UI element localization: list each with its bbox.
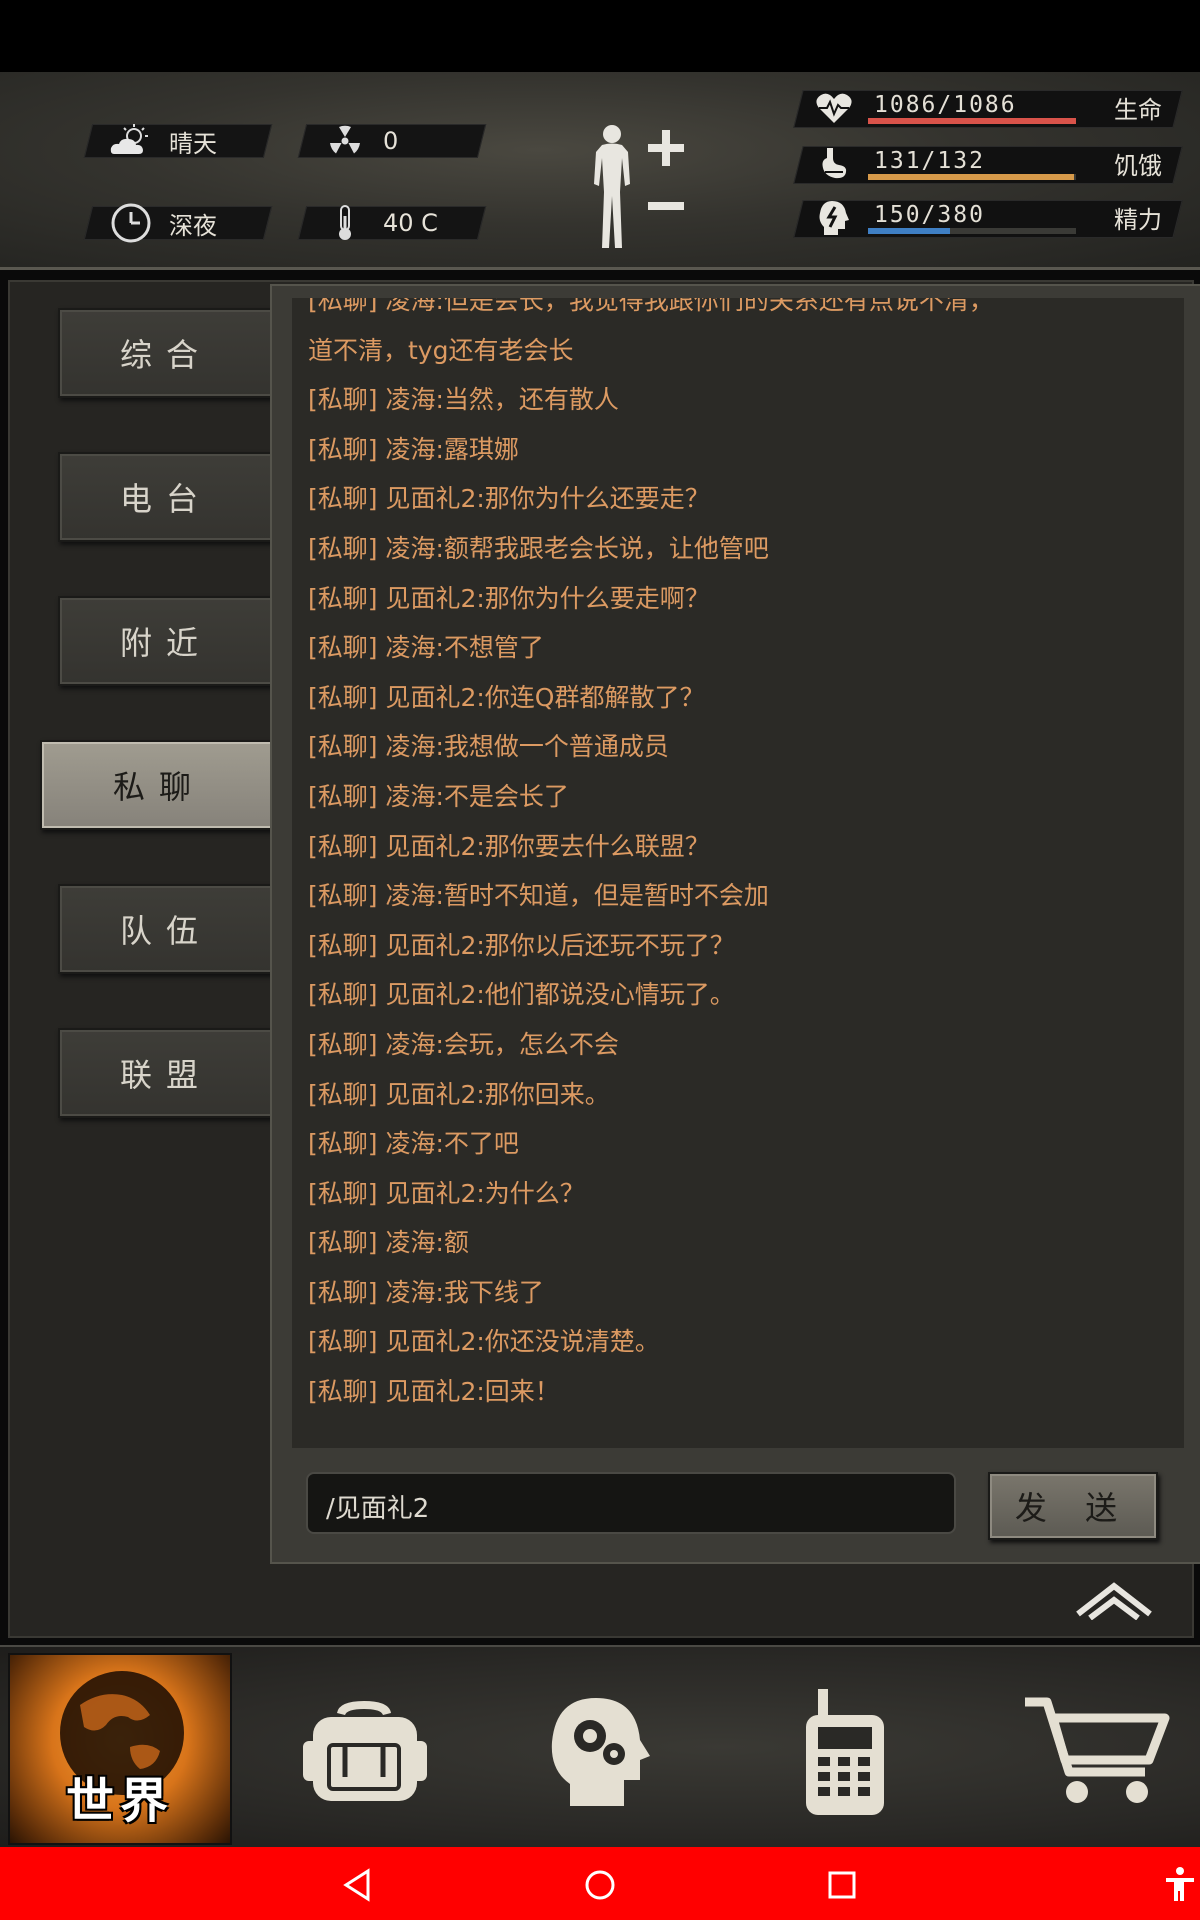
chat-message: [私聊] 见面礼2:那你要去什么联盟？ <box>308 831 710 861</box>
chat-message: [私聊] 见面礼2:你连Q群都解散了？ <box>308 682 705 712</box>
skills-button[interactable] <box>530 1677 670 1827</box>
sun-cloud-icon <box>107 123 155 159</box>
thermometer-icon <box>321 205 369 241</box>
chat-message: [私聊] 见面礼2:你还没说清楚。 <box>308 1327 660 1357</box>
chat-message: [私聊] 凌海:不了吧 <box>308 1129 519 1159</box>
energy-label: 精力 <box>1114 206 1162 234</box>
weather-pill: 晴天 <box>83 123 273 159</box>
tab-private-chat[interactable]: 私聊 <box>40 740 278 830</box>
world-button[interactable]: 世界 <box>8 1653 232 1845</box>
chat-message: [私聊] 见面礼2:那你为什么要走啊？ <box>308 583 710 613</box>
chat-input[interactable]: /见面礼2 <box>306 1472 956 1534</box>
tab-radio[interactable]: 电台 <box>58 452 274 542</box>
chat-message: [私聊] 凌海:不想管了 <box>308 633 544 663</box>
chat-message: [私聊] 凌海:额帮我跟老会长说，让他管吧 <box>308 533 769 563</box>
backpack-button[interactable] <box>294 1677 434 1827</box>
weather-text: 晴天 <box>169 129 217 158</box>
temperature-value: 40 C <box>383 209 438 237</box>
health-label: 生命 <box>1114 96 1162 124</box>
tab-nearby[interactable]: 附近 <box>58 596 274 686</box>
accessibility-icon[interactable] <box>1160 1865 1200 1905</box>
body-status-button[interactable] <box>582 122 694 258</box>
back-icon[interactable] <box>338 1865 378 1905</box>
hunger-bar <box>868 174 1076 180</box>
chat-message: [私聊] 凌海:会玩，怎么不会 <box>308 1029 619 1059</box>
shop-cart-icon <box>1025 1697 1170 1803</box>
stomach-icon <box>814 144 854 184</box>
chat-message: [私聊] 凌海:我想做一个普通成员 <box>308 732 669 762</box>
world-label: 世界 <box>65 1773 174 1829</box>
time-of-day-text: 深夜 <box>169 211 217 240</box>
tab-team[interactable]: 队伍 <box>58 884 274 974</box>
chat-panel: [私聊] 凌海:但是会长，我觉得我跟你们的关系还有点说不清， 道不清，tyg还有… <box>270 284 1200 1564</box>
bottom-dock: 世界 <box>0 1645 1200 1847</box>
chat-message: [私聊] 见面礼2:为什么？ <box>308 1178 585 1208</box>
chat-window: 综合 电台 附近 私聊 队伍 联盟 [私聊] 凌海:但是会长，我觉得我跟你们的关… <box>8 280 1200 1638</box>
chat-log[interactable]: [私聊] 凌海:但是会长，我觉得我跟你们的关系还有点说不清， 道不清，tyg还有… <box>292 298 1184 1448</box>
heart-pulse-icon <box>814 88 854 128</box>
hunger-value: 131/132 <box>874 148 985 174</box>
collapse-chevron-icon[interactable] <box>1074 1580 1154 1621</box>
chat-message: [私聊] 见面礼2:回来！ <box>308 1377 560 1407</box>
hud-panel: 晴天 0 深夜 40 C 1086/1086 生命 131/132 饥饿 150… <box>0 72 1200 270</box>
shop-button[interactable] <box>1016 1677 1176 1827</box>
energy-bar <box>868 228 1076 234</box>
clock-icon <box>107 203 155 243</box>
hunger-stat: 131/132 饥饿 <box>793 142 1183 186</box>
temperature-pill: 40 C <box>297 205 487 241</box>
radiation-icon <box>321 123 369 159</box>
system-nav-bar <box>0 1847 1200 1920</box>
radio-icon <box>806 1689 884 1815</box>
skills-head-icon <box>551 1698 650 1806</box>
send-button[interactable]: 发 送 <box>988 1472 1158 1540</box>
chat-message: [私聊] 见面礼2:那你为什么还要走？ <box>308 484 710 514</box>
chat-message: [私聊] 凌海:额 <box>308 1228 469 1258</box>
radio-button[interactable] <box>774 1677 914 1827</box>
chat-message: [私聊] 凌海:不是会长了 <box>308 781 569 811</box>
backpack-icon <box>303 1701 427 1801</box>
chat-message: [私聊] 见面礼2:那你回来。 <box>308 1079 610 1109</box>
tab-alliance[interactable]: 联盟 <box>58 1028 274 1118</box>
health-bar <box>868 118 1076 124</box>
status-bar <box>0 0 1200 72</box>
chat-message: [私聊] 凌海:当然，还有散人 <box>308 385 619 415</box>
chat-message: [私聊] 凌海:露琪娜 <box>308 434 519 464</box>
energy-stat: 150/380 精力 <box>793 196 1183 240</box>
chat-message: [私聊] 凌海:我下线了 <box>308 1277 544 1307</box>
chat-message: 道不清，tyg还有老会长 <box>308 335 574 365</box>
time-pill: 深夜 <box>83 203 273 243</box>
hunger-label: 饥饿 <box>1114 152 1162 180</box>
home-icon[interactable] <box>580 1865 620 1905</box>
health-stat: 1086/1086 生命 <box>793 86 1183 130</box>
chat-message: [私聊] 见面礼2:他们都说没心情玩了。 <box>308 980 735 1010</box>
radiation-pill: 0 <box>297 123 487 159</box>
radiation-value: 0 <box>383 127 399 155</box>
chat-message: [私聊] 凌海:暂时不知道，但是暂时不会加 <box>308 881 769 911</box>
recents-icon[interactable] <box>822 1865 862 1905</box>
health-value: 1086/1086 <box>874 92 1017 118</box>
chat-message-partial: [私聊] 凌海:但是会长，我觉得我跟你们的关系还有点说不清， <box>308 298 994 315</box>
head-energy-icon <box>814 198 854 238</box>
energy-value: 150/380 <box>874 202 985 228</box>
chat-message: [私聊] 见面礼2:那你以后还玩不玩了？ <box>308 930 735 960</box>
tab-general[interactable]: 综合 <box>58 308 274 398</box>
